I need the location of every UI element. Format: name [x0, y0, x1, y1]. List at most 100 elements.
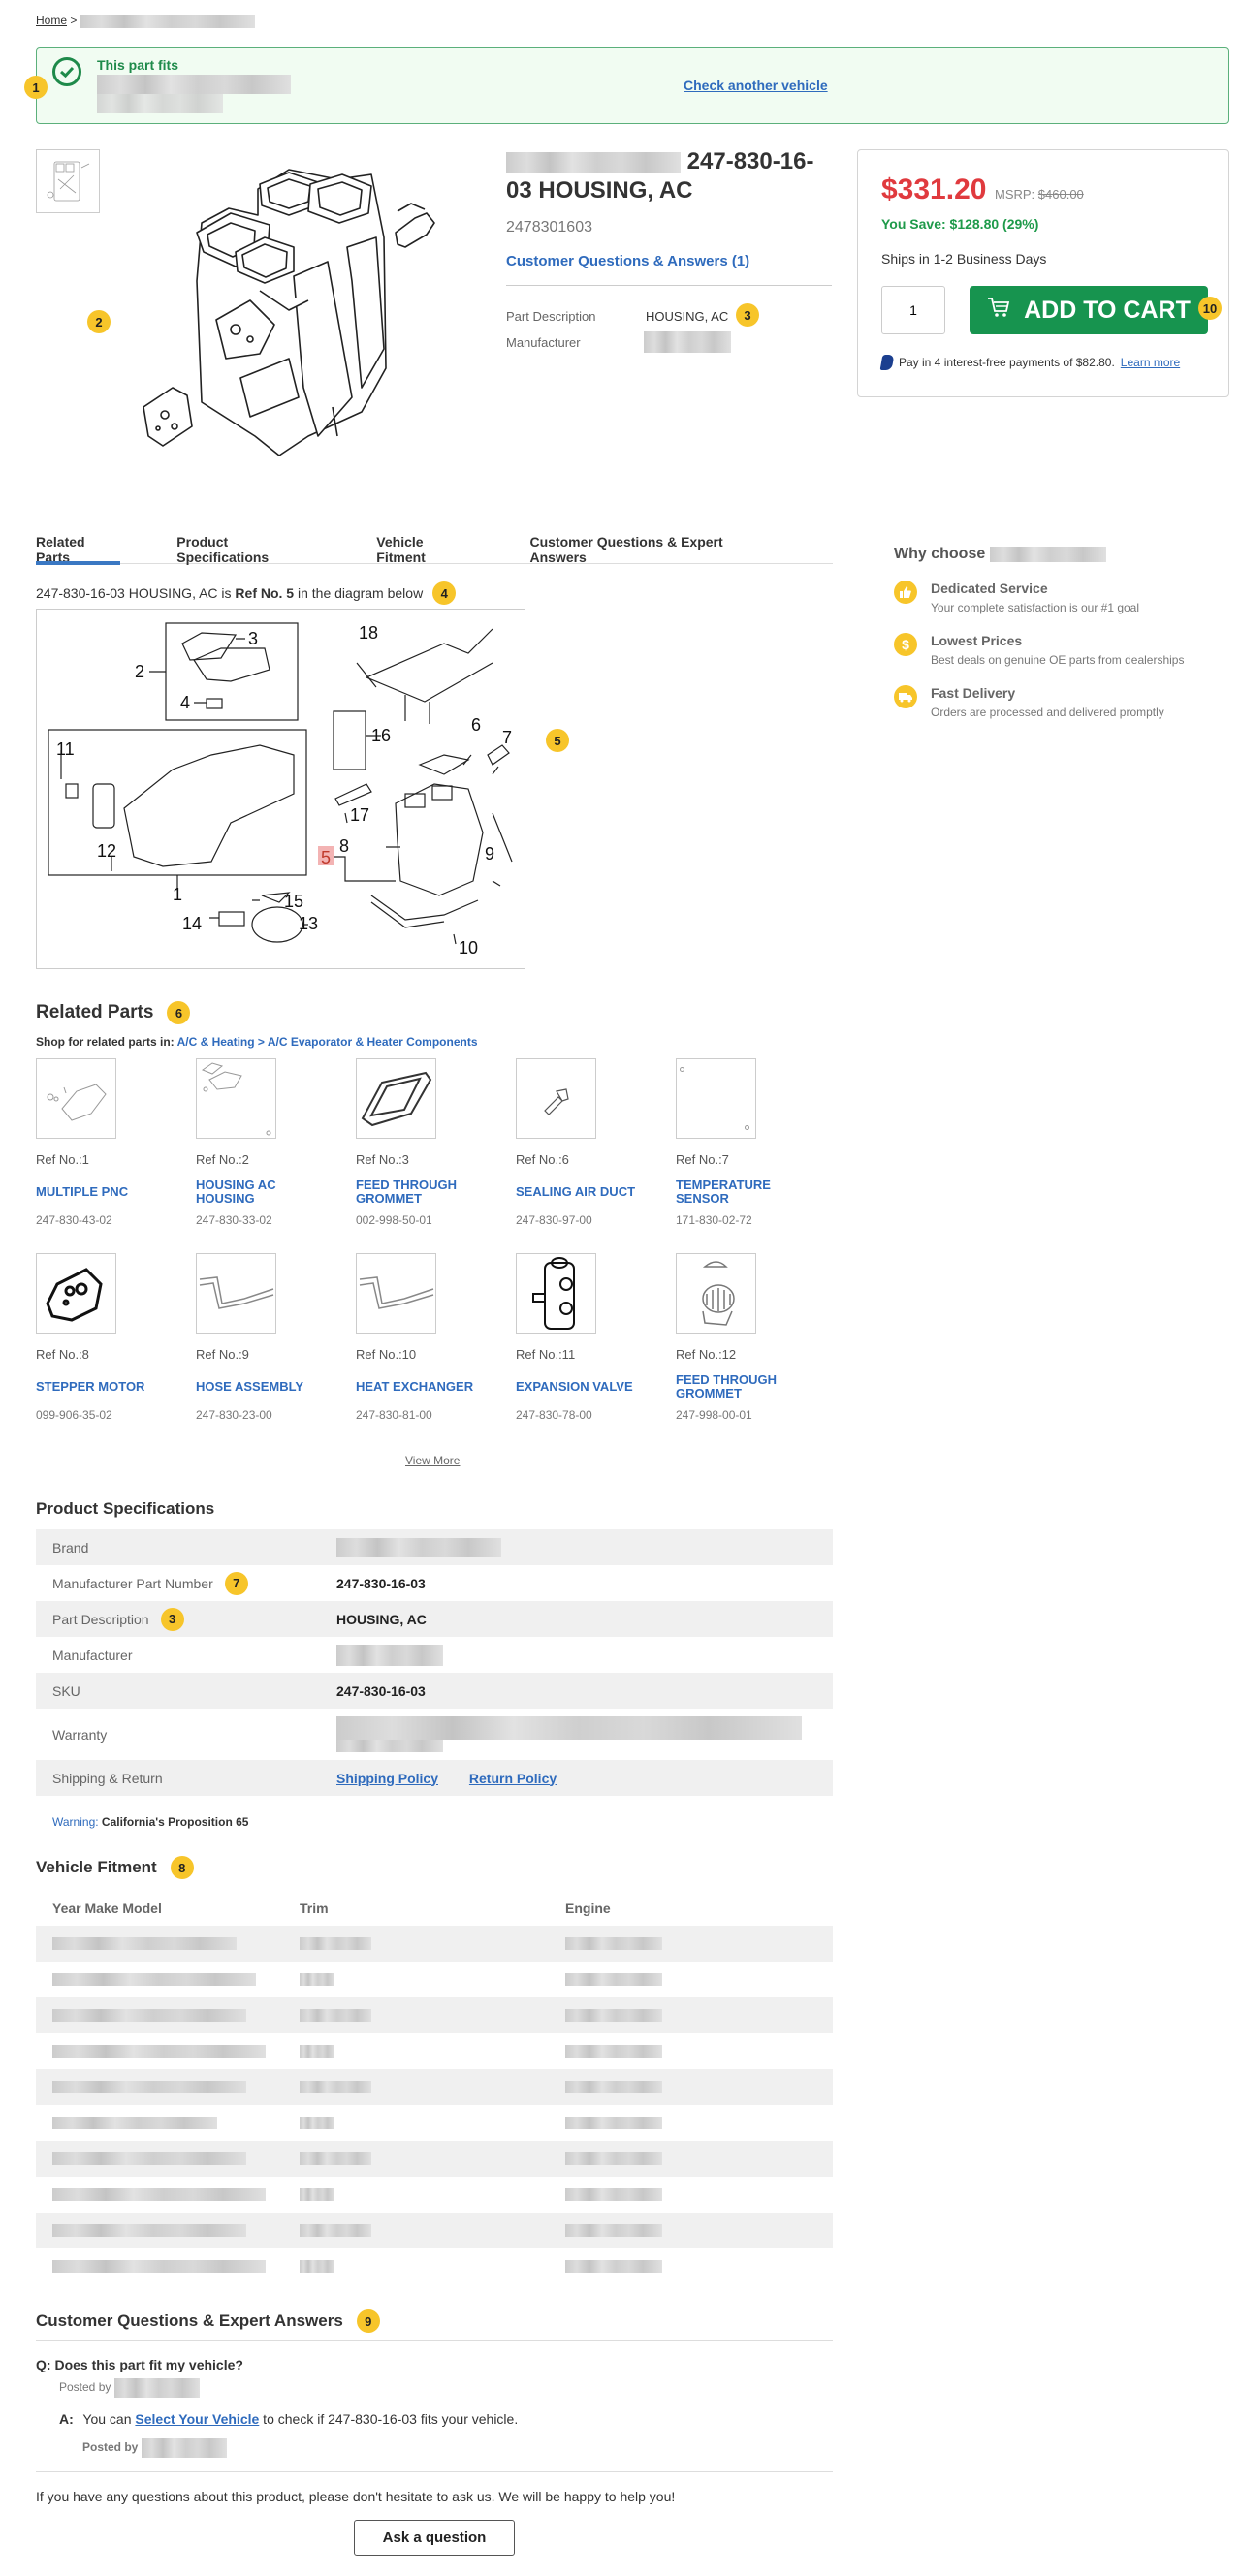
- return-policy-link[interactable]: Return Policy: [469, 1771, 557, 1786]
- shipping-time: Ships in 1-2 Business Days: [881, 251, 1047, 267]
- fitment-trim-redacted: [300, 2044, 334, 2058]
- related-part-image[interactable]: [36, 1058, 116, 1139]
- annotation-badge: 10: [1198, 297, 1222, 320]
- related-part-image[interactable]: [196, 1253, 276, 1334]
- annotation-badge: 9: [356, 2309, 380, 2333]
- annotation-badge: 7: [224, 1571, 248, 1595]
- related-part-name[interactable]: STEPPER MOTOR: [36, 1371, 162, 1402]
- related-part-card[interactable]: Ref No.:3 FEED THROUGH GROMMET 002-998-5…: [356, 1058, 516, 1227]
- fitment-row: [36, 2248, 833, 2284]
- tab-vehicle-fitment[interactable]: Vehicle Fitment: [376, 531, 473, 565]
- diagram-label-9: 9: [485, 844, 494, 864]
- check-another-vehicle-link[interactable]: Check another vehicle: [684, 78, 828, 93]
- related-parts-title: Related Parts: [36, 1002, 154, 1022]
- related-part-number: 247-830-23-00: [196, 1408, 272, 1422]
- related-part-card[interactable]: Ref No.:2 HOUSING AC HOUSING 247-830-33-…: [196, 1058, 356, 1227]
- related-part-card[interactable]: Ref No.:9 HOSE ASSEMBLY 247-830-23-00: [196, 1253, 356, 1422]
- vehicle-fitment-heading: Vehicle Fitment 8: [36, 1856, 194, 1879]
- spec-value: 247-830-16-03: [336, 1682, 426, 1699]
- related-part-name[interactable]: HOSE ASSEMBLY: [196, 1371, 322, 1402]
- related-part-name[interactable]: SEALING AIR DUCT: [516, 1177, 642, 1208]
- vehicle-fitment-table: Year Make Model Trim Engine: [36, 1890, 833, 2284]
- related-part-number: 247-830-33-02: [196, 1213, 272, 1227]
- diagram-label-5: 5: [321, 848, 331, 867]
- breadcrumb-home[interactable]: Home: [36, 14, 67, 27]
- related-part-ref: Ref No.:1: [36, 1152, 89, 1167]
- related-part-card[interactable]: Ref No.:7 TEMPERATURE SENSOR 171-830-02-…: [676, 1058, 836, 1227]
- related-part-name[interactable]: FEED THROUGH GROMMET: [356, 1177, 482, 1208]
- msrp: MSRP: $460.00: [995, 187, 1084, 202]
- shipping-policy-link[interactable]: Shipping Policy: [336, 1771, 438, 1786]
- part-description-value: HOUSING, AC: [646, 309, 729, 324]
- diagram-label-4: 4: [180, 693, 190, 712]
- diagram-label-1: 1: [173, 885, 182, 904]
- fitment-row: [36, 2069, 833, 2105]
- related-part-ref: Ref No.:3: [356, 1152, 409, 1167]
- related-part-name[interactable]: MULTIPLE PNC: [36, 1177, 162, 1208]
- brand-value-redacted: [336, 1537, 501, 1557]
- product-thumbnail[interactable]: [36, 149, 100, 213]
- why-item: Dedicated Service Your complete satisfact…: [894, 581, 1224, 614]
- related-part-image[interactable]: [196, 1058, 276, 1139]
- diagram-label-18: 18: [359, 623, 378, 643]
- qa-title: Customer Questions & Expert Answers: [36, 2311, 343, 2330]
- related-part-name[interactable]: HEAT EXCHANGER: [356, 1371, 482, 1402]
- fitment-engine-redacted: [565, 2187, 662, 2201]
- why-item-title: Fast Delivery: [931, 685, 1016, 701]
- related-part-card[interactable]: Ref No.:12 FEED THROUGH GROMMET 247-998-…: [676, 1253, 836, 1422]
- related-part-ref: Ref No.:2: [196, 1152, 249, 1167]
- fitment-engine-redacted: [565, 2080, 662, 2093]
- answerer-name-redacted: [141, 2438, 227, 2458]
- annotation-badge: 3: [160, 1607, 184, 1631]
- related-part-name[interactable]: TEMPERATURE SENSOR: [676, 1177, 802, 1208]
- spec-label: Manufacturer Part Number 7: [36, 1571, 336, 1595]
- add-to-cart-button[interactable]: ADD TO CART: [970, 286, 1208, 334]
- related-part-image[interactable]: [356, 1253, 436, 1334]
- diagram-label-12: 12: [97, 841, 116, 861]
- product-sku: 2478301603: [506, 219, 592, 236]
- product-main-image[interactable]: [143, 145, 473, 475]
- tab-related-parts[interactable]: Related Parts: [36, 531, 121, 565]
- related-part-card[interactable]: Ref No.:8 STEPPER MOTOR 099-906-35-02: [36, 1253, 196, 1422]
- quantity-input[interactable]: [881, 286, 945, 334]
- select-your-vehicle-link[interactable]: Select Your Vehicle: [135, 2411, 259, 2427]
- breadcrumb-current-redacted[interactable]: [80, 14, 255, 28]
- paypal-learn-more-link[interactable]: Learn more: [1121, 356, 1180, 369]
- fitment-engine-redacted: [565, 2223, 662, 2237]
- product-brand-redacted: [506, 151, 681, 173]
- tab-customer-questions[interactable]: Customer Questions & Expert Answers: [529, 531, 777, 565]
- related-part-ref: Ref No.:6: [516, 1152, 569, 1167]
- related-part-card[interactable]: Ref No.:6 SEALING AIR DUCT 247-830-97-00: [516, 1058, 676, 1227]
- related-part-image[interactable]: [676, 1058, 756, 1139]
- poster-name-redacted: [113, 2378, 200, 2398]
- thumbs-up-icon: [894, 581, 917, 604]
- spec-row: Shipping & Return Shipping Policy Return…: [36, 1760, 833, 1796]
- related-part-image[interactable]: [516, 1253, 596, 1334]
- why-choose-panel: Why choose Dedicated Service Your complet…: [894, 546, 1224, 738]
- related-part-card[interactable]: Ref No.:11 EXPANSION VALVE 247-830-78-00: [516, 1253, 676, 1422]
- fitment-row: [36, 1962, 833, 1997]
- view-more-link[interactable]: View More: [405, 1454, 460, 1467]
- related-part-name[interactable]: EXPANSION VALVE: [516, 1371, 642, 1402]
- related-part-image[interactable]: [356, 1058, 436, 1139]
- paypal-icon: [879, 355, 895, 370]
- annotation-badge: 3: [736, 303, 759, 327]
- related-part-name[interactable]: HOUSING AC HOUSING: [196, 1177, 322, 1208]
- spec-row: Warranty: [36, 1709, 833, 1760]
- related-part-image[interactable]: [36, 1253, 116, 1334]
- customer-qa-link[interactable]: Customer Questions & Answers (1): [506, 253, 749, 269]
- related-part-card[interactable]: Ref No.:1 MULTIPLE PNC 247-830-43-02: [36, 1058, 196, 1227]
- warning-label[interactable]: Warning:: [52, 1815, 99, 1829]
- qa-footer-text: If you have any questions about this pro…: [36, 2489, 676, 2504]
- ask-question-button[interactable]: Ask a question: [354, 2520, 515, 2556]
- parts-diagram[interactable]: 5 2 3 4 1 11 12 18 16 6 7 17 8 9 10 14 1…: [36, 609, 525, 969]
- tab-product-specifications[interactable]: Product Specifications: [176, 531, 320, 565]
- related-parts-category-link[interactable]: A/C & Heating > A/C Evaporator & Heater …: [177, 1035, 478, 1049]
- fitment-row: [36, 2177, 833, 2213]
- related-part-card[interactable]: Ref No.:10 HEAT EXCHANGER 247-830-81-00: [356, 1253, 516, 1422]
- manufacturer-value-redacted: [644, 331, 731, 353]
- related-part-image[interactable]: [676, 1253, 756, 1334]
- related-part-image[interactable]: [516, 1058, 596, 1139]
- prop65-warning: Warning: California's Proposition 65: [52, 1815, 248, 1829]
- related-part-name[interactable]: FEED THROUGH GROMMET: [676, 1371, 802, 1402]
